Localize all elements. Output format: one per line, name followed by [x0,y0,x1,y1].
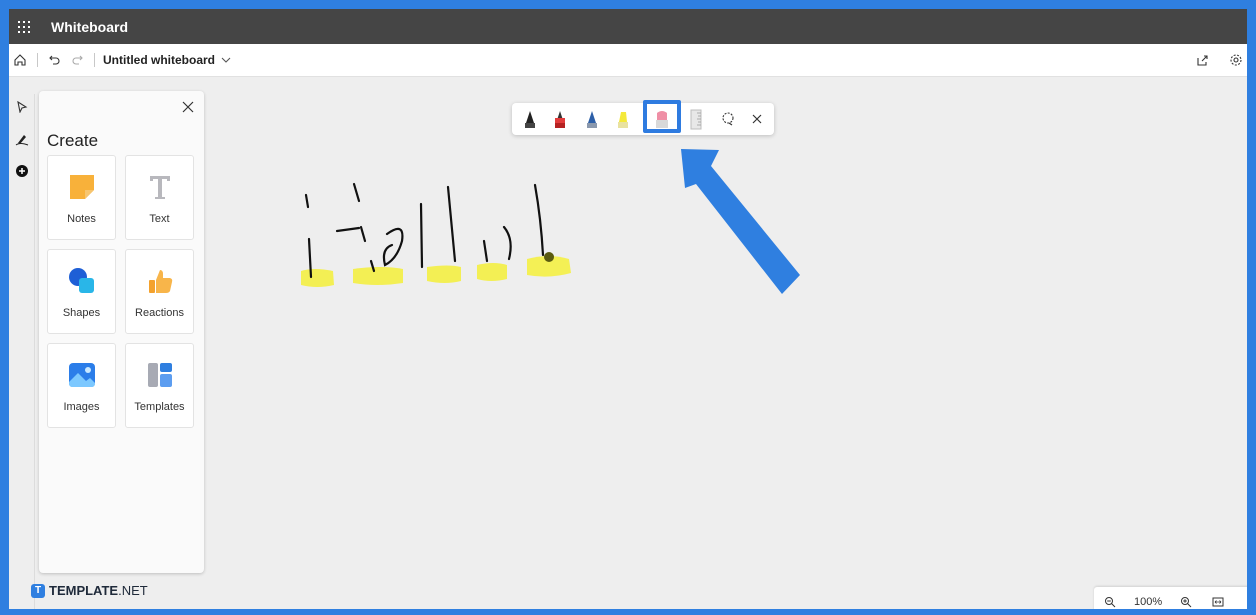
images-tile[interactable]: Images [47,343,116,428]
shapes-tile[interactable]: Shapes [47,249,116,334]
text-tile[interactable]: Text [125,155,194,240]
close-toolbar-icon[interactable] [745,107,769,131]
divider [37,53,38,67]
shapes-icon [66,265,98,297]
templates-tile[interactable]: Templates [125,343,194,428]
chevron-down-icon[interactable] [215,49,237,71]
highlight-stroke [301,269,334,287]
panel-title: Create [47,131,99,150]
zoom-bar: 100% [1094,587,1247,609]
tile-label: Templates [134,400,185,413]
tile-label: Reactions [135,306,184,319]
blue-pen-icon[interactable] [580,107,604,131]
select-pointer-icon[interactable] [11,96,33,118]
watermark-suffix: .NET [118,583,148,598]
command-bar-right [1191,49,1247,71]
app-bar: Whiteboard [9,9,1247,44]
close-icon[interactable] [180,99,196,115]
template-logo-icon: T [31,583,45,598]
lasso-select-icon[interactable] [716,107,740,131]
ruler-icon[interactable] [684,107,708,131]
home-icon[interactable] [9,49,31,71]
tile-label: Notes [67,212,96,225]
command-bar: Untitled whiteboard [9,44,1247,77]
create-tiles: Notes Text Shapes Reactions Images Templ… [47,155,194,428]
highlight-stroke [353,267,403,285]
templates-icon [144,359,176,391]
tile-label: Text [149,212,170,225]
ink-dot [544,252,554,262]
inking-pen-icon[interactable] [11,128,33,150]
watermark-brand: TEMPLATE [49,583,119,598]
ink-toolbar [512,100,774,135]
left-tool-rail [9,94,35,609]
watermark-text: TEMPLATE.NET [49,583,148,598]
reactions-tile[interactable]: Reactions [125,249,194,334]
black-pen-icon[interactable] [518,107,542,131]
highlighter-strokes [301,256,571,287]
watermark: T TEMPLATE.NET [31,583,148,598]
divider [94,53,95,67]
red-pen-icon[interactable] [548,107,572,131]
zoom-level: 100% [1134,596,1163,608]
create-panel: Create Notes Text Shapes Reactions Image… [39,91,204,573]
highlight-stroke [477,263,507,281]
add-icon[interactable] [11,160,33,182]
selection-highlight-box [643,100,681,133]
zoom-out-icon[interactable] [1100,592,1120,609]
redo-icon[interactable] [66,49,88,71]
tile-label: Shapes [62,306,101,319]
app-launcher-icon[interactable] [9,9,39,44]
app-window: Whiteboard Untitled whiteboard Create No… [9,9,1247,609]
highlight-stroke [527,256,571,277]
text-icon [144,171,176,203]
undo-icon[interactable] [44,49,66,71]
tile-label: Images [63,400,100,413]
highlight-stroke [427,265,461,283]
fit-to-screen-icon[interactable] [1208,592,1228,609]
handwriting-hello [304,182,545,279]
thumbs-up-icon [144,265,176,297]
notes-icon [66,171,98,203]
app-title: Whiteboard [51,18,128,35]
annotation-arrow [681,149,800,294]
share-icon[interactable] [1191,49,1213,71]
image-icon [66,359,98,391]
settings-icon[interactable] [1225,49,1247,71]
zoom-in-icon[interactable] [1176,592,1196,609]
notes-tile[interactable]: Notes [47,155,116,240]
yellow-highlighter-icon[interactable] [611,107,635,131]
document-title[interactable]: Untitled whiteboard [103,53,215,67]
